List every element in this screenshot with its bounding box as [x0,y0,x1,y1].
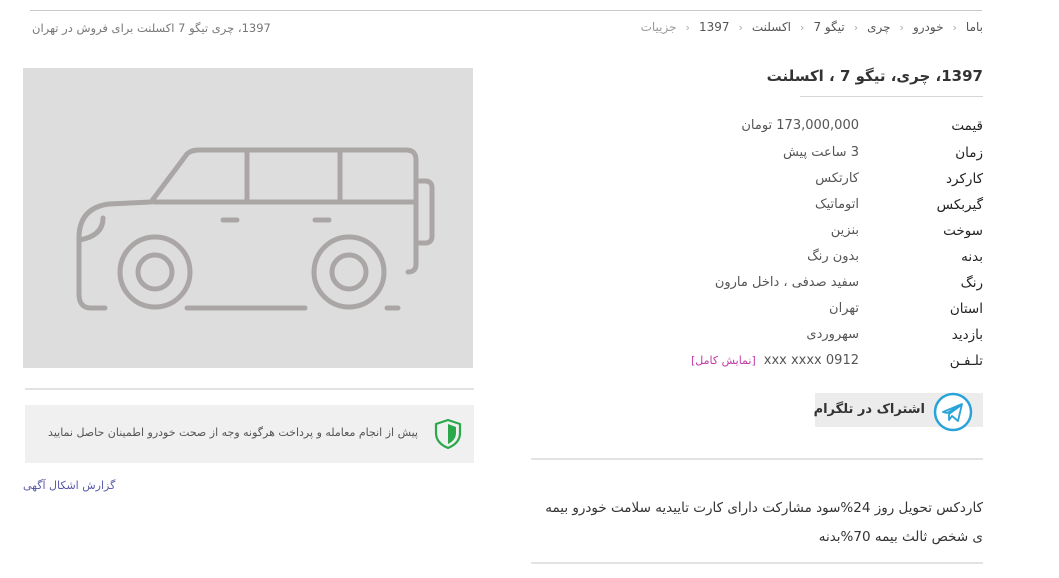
breadcrumb-separator: ‹ [853,20,859,34]
spec-label: رنگ [960,275,983,291]
spec-value: سفید صدفی ، داخل مارون [714,275,859,290]
phone-number: 0912 xxx xxxx [763,353,859,368]
spec-label: کارکرد [946,171,983,187]
spec-label: بازدید [951,327,983,343]
breadcrumb-separator: ‹ [899,20,904,34]
breadcrumb: باما ‹ خودرو ‹ چری ‹ تیگو 7 ‹ اکسلنت ‹ 1… [641,20,983,34]
spec-value: کارتکس [815,171,859,186]
spec-value: بدون رنگ [807,249,859,264]
telegram-icon [933,392,973,432]
safety-notice-text: پیش از انجام معامله و پرداخت هرگونه وجه … [48,426,418,439]
breadcrumb-item-details: جزییات [640,20,677,34]
breadcrumb-separator: ‹ [685,20,690,34]
spec-row-body: بدنه بدون رنگ [693,249,983,273]
telegram-share-button[interactable]: اشتراک در تلگرام [813,392,983,432]
spec-row-time: زمان 3 ساعت پیش [693,145,983,169]
show-full-phone-link[interactable]: [نمایش کامل] [691,354,756,367]
car-placeholder-icon [76,147,435,311]
spec-row-gearbox: گیربکس اتوماتیک [693,197,983,221]
description-top-divider [531,458,983,460]
photo-divider [25,388,474,390]
breadcrumb-item-year[interactable]: 1397 [699,20,730,34]
breadcrumb-item-home[interactable]: باما [966,20,983,34]
ad-summary-title: 1397، چری تیگو 7 اکسلنت برای فروش در تهر… [32,21,271,35]
breadcrumb-item-brand[interactable]: چری [867,20,890,34]
spec-label: زمان [955,145,983,161]
shield-icon [434,418,462,450]
spec-value: 173,000,000 تومان [741,118,859,133]
car-title: 1397، چری، تیگو 7 ، اکسلنت [766,67,983,85]
breadcrumb-item-model[interactable]: تیگو 7 [813,20,844,34]
spec-value: تهران [829,301,859,316]
spec-label: بدنه [961,249,983,265]
spec-row-color: رنگ سفید صدفی ، داخل مارون [693,275,983,299]
telegram-share-label: اشتراک در تلگرام [813,402,925,417]
breadcrumb-item-car[interactable]: خودرو [913,20,944,34]
spec-row-fuel: سوخت بنزین [693,223,983,247]
spec-row-visit: بازدید سهروردی [693,327,983,351]
breadcrumb-separator: ‹ [738,20,743,34]
safety-notice: پیش از انجام معامله و پرداخت هرگونه وجه … [25,405,474,463]
spec-row-price: قیمت 173,000,000 تومان [693,118,983,142]
spec-row-province: استان تهران [693,301,983,325]
spec-label: تلـفـن [949,353,983,369]
breadcrumb-separator: ‹ [952,20,957,34]
breadcrumb-separator: ‹ [800,20,805,34]
spec-label: استان [949,301,983,317]
spec-row-phone: تلـفـن 0912 xxx xxxx [نمایش کامل] [691,353,983,377]
ad-description: کاردکس تحویل روز 24%سود مشارکت دارای کار… [545,500,983,545]
spec-row-mileage: کارکرد کارتکس [693,171,983,195]
report-ad-link[interactable]: گزارش اشکال آگهی [23,479,115,492]
spec-value: 0912 xxx xxxx [نمایش کامل] [691,353,859,368]
spec-label: قیمت [951,118,983,134]
spec-label: سوخت [943,223,983,239]
description-bottom-divider [531,562,983,564]
top-divider [30,10,982,11]
title-divider [800,96,983,97]
spec-value: اتوماتیک [814,197,859,212]
spec-label: گیربکس [936,197,983,213]
spec-value: بنزین [830,223,859,238]
car-photo[interactable] [23,68,473,368]
spec-value: 3 ساعت پیش [782,145,859,160]
breadcrumb-item-trim[interactable]: اکسلنت [752,20,791,34]
spec-value: سهروردی [806,327,859,342]
